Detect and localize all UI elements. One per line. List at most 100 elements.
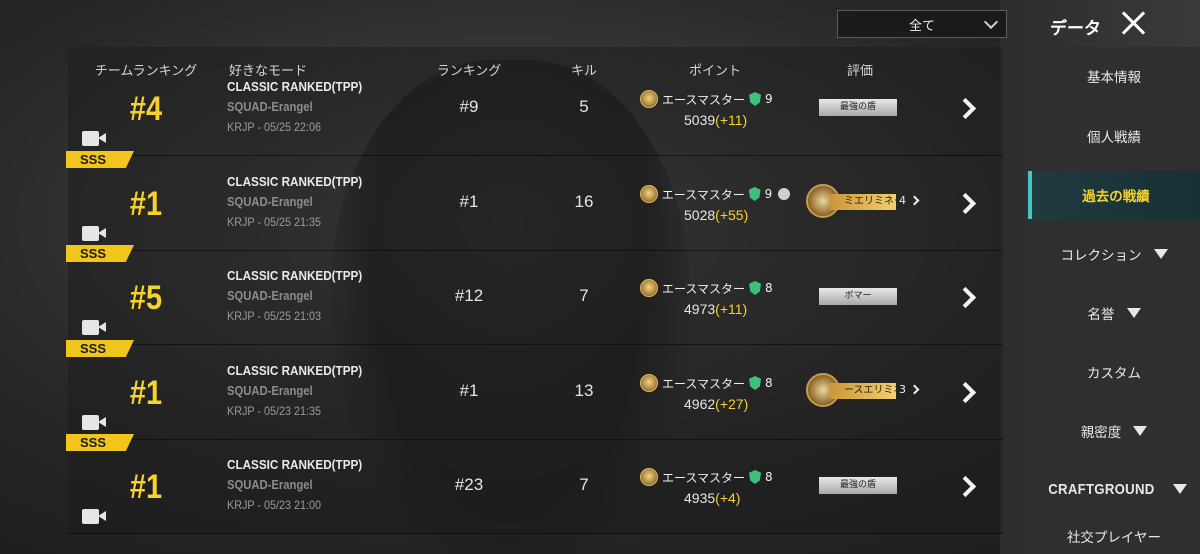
score-delta: (+11) [715, 112, 748, 128]
tier-shield-icon [749, 92, 762, 106]
server-time: KRJP - 05/25 21:35 [227, 215, 322, 229]
tier-level: 8 [765, 470, 773, 484]
rating-achievement[interactable]: ミエリミネー4 [806, 184, 924, 220]
team-rank: #1 [129, 468, 163, 506]
kills-value: 7 [579, 286, 589, 305]
page-title: データ [1050, 19, 1101, 39]
sidebar-item-label: コレクション [1060, 248, 1142, 264]
ranking-value: #9 [459, 97, 479, 116]
sub-mode: SQUAD-Erangel [227, 478, 313, 492]
score-value: 4973 [684, 301, 716, 317]
grade-badge: SSS [66, 434, 134, 451]
sidebar-item[interactable]: 過去の戦績 [1028, 171, 1200, 219]
tier-shield-icon [749, 376, 762, 390]
mode-name: CLASSIC RANKED(TPP) [227, 363, 363, 378]
mode-info: CLASSIC RANKED(TPP) SQUAD-Erangel KRJP - 0… [227, 268, 377, 323]
score-delta: (+27) [715, 396, 749, 412]
sidebar-item[interactable]: 親密度 [1028, 407, 1200, 455]
points-cell: エースマスター 8 4935(+4) [640, 468, 790, 506]
server-time: KRJP - 05/25 21:03 [227, 309, 322, 323]
grade-badge: SSS [66, 245, 134, 262]
tier-shield-icon [749, 470, 762, 484]
detail-arrow-icon[interactable] [958, 286, 978, 310]
video-replay-icon[interactable] [82, 415, 106, 430]
tier-info: エースマスター 8 [640, 374, 790, 392]
mode-info: CLASSIC RANKED(TPP) SQUAD-Erangel KRJP - 0… [227, 174, 377, 229]
score-value: 5039 [684, 112, 716, 128]
tier-level: 9 [764, 187, 773, 201]
sidebar-item-label: カスタム [1087, 366, 1141, 382]
sidebar-item[interactable]: カスタム [1028, 348, 1200, 396]
tier-name: エースマスター [662, 376, 746, 391]
mode-info: CLASSIC RANKED(TPP) SQUAD-Erangel KRJP - 0… [227, 363, 377, 418]
sidebar-item[interactable]: コレクション [1028, 230, 1200, 278]
team-rank: #5 [129, 279, 163, 317]
score-value: 5028 [684, 207, 716, 223]
score-delta: (+11) [715, 301, 748, 317]
tier-level: 9 [765, 92, 773, 106]
sidebar-item-label: 名誉 [1087, 307, 1115, 323]
filter-dropdown[interactable]: 全て [837, 10, 1007, 38]
filter-value: 全て [908, 18, 935, 34]
tier-shield-icon [749, 281, 762, 295]
server-time: KRJP - 05/23 21:00 [227, 498, 322, 512]
sidebar-item[interactable]: 名誉 [1028, 289, 1200, 337]
triangle-down-icon [1126, 308, 1141, 318]
sidebar-item-label: 親密度 [1080, 425, 1122, 441]
points-cell: エースマスター 8 4962(+27) [640, 374, 790, 412]
sidebar-item[interactable]: 基本情報 [1028, 52, 1200, 100]
detail-arrow-icon[interactable] [958, 192, 978, 216]
sub-mode: SQUAD-Erangel [227, 384, 313, 398]
sub-mode: SQUAD-Erangel [227, 195, 313, 209]
score: 4935(+4) [640, 490, 790, 506]
video-replay-icon[interactable] [82, 131, 106, 146]
ace-master-medal-icon [640, 468, 658, 486]
kills-value: 16 [574, 192, 594, 211]
achievement-name: ミエリミネー [830, 194, 896, 210]
detail-arrow-icon[interactable] [958, 381, 978, 405]
chevron-right-icon [909, 384, 920, 395]
ace-master-medal-icon [640, 279, 658, 297]
server-time: KRJP - 05/25 22:06 [227, 120, 322, 134]
score-value: 4962 [684, 396, 716, 412]
server-time: KRJP - 05/23 21:35 [227, 404, 322, 418]
sidebar-item-label: 過去の戦績 [1082, 189, 1150, 205]
tier-info: エースマスター 9 [640, 185, 790, 203]
video-replay-icon[interactable] [82, 320, 106, 335]
ranking-value: #1 [459, 192, 479, 211]
kills-value: 13 [574, 381, 594, 400]
ace-master-medal-icon [640, 374, 658, 392]
tier-name: エースマスター [662, 92, 746, 107]
bonus-badge-icon [778, 188, 790, 200]
kills-value: 7 [579, 475, 589, 494]
sidebar-item[interactable]: CRAFTGROUND [1028, 465, 1200, 513]
score-value: 4935 [684, 490, 716, 506]
grade-badge: SSS [66, 151, 134, 168]
score-delta: (+55) [715, 207, 749, 223]
score: 4962(+27) [640, 396, 790, 412]
sub-mode: SQUAD-Erangel [227, 100, 313, 114]
sidebar-item[interactable]: 社交プレイヤー [1028, 516, 1200, 554]
achievement-count: 3 [899, 383, 906, 396]
points-cell: エースマスター 8 4973(+11) [640, 279, 790, 317]
score: 4973(+11) [640, 301, 790, 317]
tier-name: エースマスター [661, 187, 745, 202]
tier-shield-icon [748, 187, 761, 201]
close-icon[interactable] [1120, 10, 1146, 36]
tier-info: エースマスター 8 [640, 468, 790, 486]
video-replay-icon[interactable] [82, 509, 106, 524]
video-replay-icon[interactable] [82, 226, 106, 241]
ranking-value: #12 [454, 286, 484, 305]
detail-arrow-icon[interactable] [958, 475, 978, 499]
chevron-right-icon [909, 195, 920, 206]
mode-info: CLASSIC RANKED(TPP) SQUAD-Erangel KRJP - 0… [227, 79, 377, 134]
detail-arrow-icon[interactable] [958, 97, 978, 121]
sidebar-item-label: 基本情報 [1087, 70, 1141, 86]
mode-name: CLASSIC RANKED(TPP) [227, 79, 363, 94]
sidebar-item-label: CRAFTGROUND [1047, 480, 1155, 498]
tier-info: エースマスター 8 [640, 279, 790, 297]
sidebar-item[interactable]: 個人戦績 [1028, 112, 1200, 160]
rating-achievement[interactable]: ースエリミネ3 [806, 373, 924, 409]
tier-name: エースマスター [662, 470, 746, 485]
rating-tag: ボマー [819, 288, 897, 305]
